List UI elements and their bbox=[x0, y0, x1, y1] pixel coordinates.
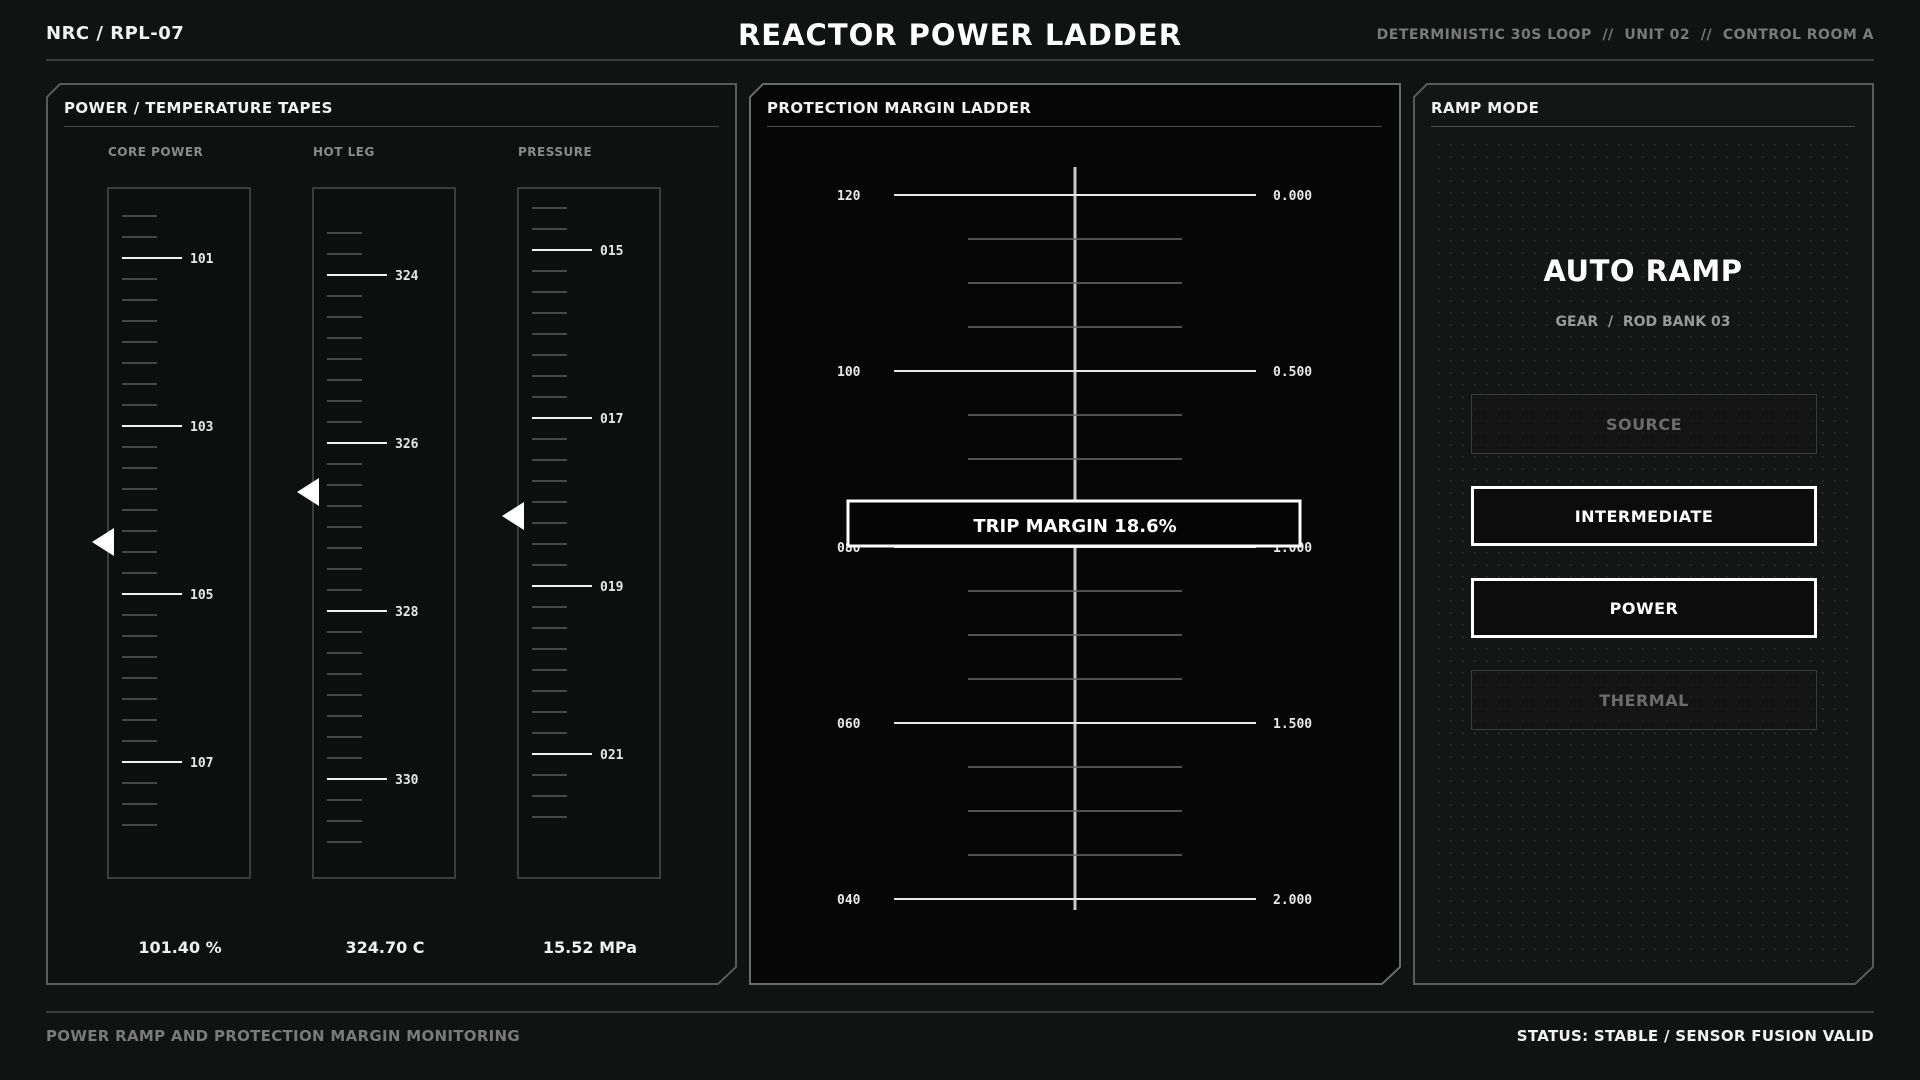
footer-status: STATUS: STABLE / SENSOR FUSION VALID bbox=[1516, 1027, 1874, 1045]
tape-tick-label: 324 bbox=[395, 269, 419, 284]
footer-divider bbox=[46, 1011, 1874, 1013]
ladder-right-label: 0.000 bbox=[1273, 189, 1312, 204]
readout-core-power: 101.40 % bbox=[138, 938, 222, 957]
tape-frame bbox=[107, 187, 251, 879]
tape-tick-label: 017 bbox=[600, 412, 623, 427]
ramp-mode-value: AUTO RAMP bbox=[1543, 254, 1743, 288]
tape-frame bbox=[312, 187, 456, 879]
header-divider bbox=[46, 59, 1874, 61]
ladder-right-label: 2.000 bbox=[1273, 893, 1312, 908]
mode-button-intermediate[interactable]: INTERMEDIATE bbox=[1471, 486, 1817, 546]
tape-tick-label: 021 bbox=[600, 748, 624, 763]
tape-tick-label: 107 bbox=[190, 756, 213, 771]
tape-tick-label: 101 bbox=[190, 252, 214, 267]
mode-button-power[interactable]: POWER bbox=[1471, 578, 1817, 638]
ramp-panel-title: RAMP MODE bbox=[1431, 99, 1540, 117]
ladder-left-label: 040 bbox=[837, 893, 861, 908]
tape-tick-label: 105 bbox=[190, 588, 213, 603]
tape-gauges: 101 103 105 107 324 326 328 330 015 017 019 021 bbox=[92, 187, 661, 879]
readout-hot-leg: 324.70 C bbox=[345, 938, 425, 957]
ladder-panel: PROTECTION MARGIN LADDER 120 0.000 100 0.50… bbox=[749, 83, 1401, 985]
ladder-left-label: 120 bbox=[837, 189, 861, 204]
tape-pointer-icon bbox=[92, 528, 114, 556]
readout-pressure: 15.52 MPa bbox=[542, 938, 638, 957]
ladder-right-label: 1.500 bbox=[1273, 717, 1312, 732]
ramp-mode-panel: RAMP MODE AUTO RAMP GEAR / ROD BANK 03 S… bbox=[1413, 83, 1874, 985]
tape-tick-label: 103 bbox=[190, 420, 213, 435]
mode-button-thermal[interactable]: THERMAL bbox=[1471, 670, 1817, 730]
tapes-panel: POWER / TEMPERATURE TAPES CORE POWER HOT… bbox=[46, 83, 737, 985]
ladder-left-label: 060 bbox=[837, 717, 861, 732]
header-status-line: DETERMINISTIC 30S LOOP // UNIT 02 // CON… bbox=[1376, 27, 1874, 43]
tape-pointer-icon bbox=[502, 502, 524, 530]
margin-ladder: 120 0.000100 0.500080 1.000060 1.500040 2.000… bbox=[837, 167, 1312, 910]
tape-tick-label: 015 bbox=[600, 244, 623, 259]
ramp-panel-divider bbox=[1431, 126, 1855, 127]
mode-button-source[interactable]: SOURCE bbox=[1471, 394, 1817, 454]
tape-tick-label: 326 bbox=[395, 437, 419, 452]
tape-tick-label: 019 bbox=[600, 580, 623, 595]
tape-tick-label: 328 bbox=[395, 605, 419, 620]
trip-margin-label: TRIP MARGIN 18.6% bbox=[973, 516, 1176, 537]
ladder-left-label: 100 bbox=[837, 365, 861, 380]
tape-tick-label: 330 bbox=[395, 773, 419, 788]
footer-description: POWER RAMP AND PROTECTION MARGIN MONITOR… bbox=[46, 1027, 521, 1045]
tape-pointer-icon bbox=[297, 478, 319, 506]
ladder-right-label: 0.500 bbox=[1273, 365, 1312, 380]
ramp-gear-label: GEAR / ROD BANK 03 bbox=[1555, 314, 1731, 330]
